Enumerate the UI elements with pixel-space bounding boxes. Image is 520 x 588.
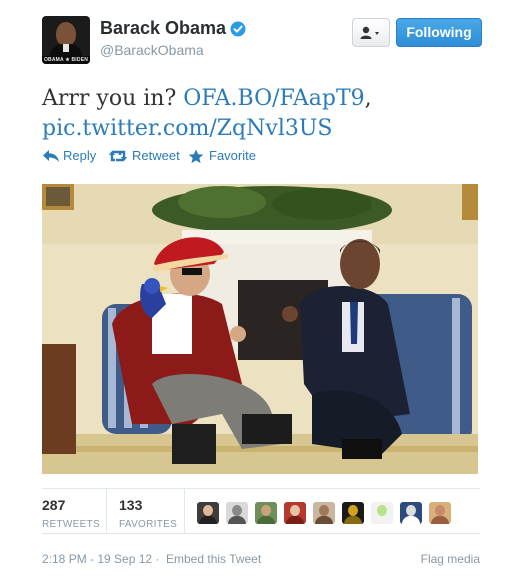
retweets-label: RETWEETS (42, 519, 100, 530)
tweet-stats: 287 RETWEETS 133 FAVORITES (42, 488, 480, 534)
favoriter-avatar[interactable] (429, 502, 451, 524)
tweet-text: Arrr you in? OFA.BO/FAapT9, pic.twitter.… (42, 84, 482, 144)
name-block: Barack Obama @BarackObama (100, 18, 246, 58)
retweets-stat[interactable]: 287 RETWEETS (42, 497, 100, 530)
tweet-footer: 2:18 PM - 19 Sep 12 · Embed this Tweet F… (42, 552, 480, 568)
flag-media-link[interactable]: Flag media (421, 552, 480, 566)
avatar-body (373, 516, 391, 524)
tweet-text-comma: , (364, 86, 372, 111)
stats-divider (184, 489, 185, 533)
favorites-stat[interactable]: 133 FAVORITES (119, 497, 177, 530)
avatar-body (257, 516, 275, 524)
avatar-head (406, 505, 416, 516)
avatar-body (228, 516, 246, 524)
avatar-head (261, 505, 271, 516)
stats-divider (106, 489, 107, 533)
tweet-header: OBAMA ★ BIDEN Barack Obama @BarackObama … (42, 16, 482, 68)
favoriter-avatar[interactable] (226, 502, 248, 524)
favorite-label: Favorite (209, 148, 256, 163)
tweet-timestamp[interactable]: 2:18 PM - 19 Sep 12 · (42, 552, 159, 566)
avatar-shirt (63, 44, 69, 52)
avatar-head (435, 505, 445, 516)
favorites-count: 133 (119, 497, 143, 513)
star-icon (188, 149, 204, 164)
tweet-text-start: Arrr you in? (42, 86, 184, 111)
favoriter-avatar[interactable] (284, 502, 306, 524)
avatar-head (232, 505, 242, 516)
avatar-head (319, 505, 329, 516)
timestamp-text: 2:18 PM - 19 Sep 12 (42, 552, 153, 566)
footer-separator: · (155, 552, 160, 566)
reply-icon (43, 150, 59, 162)
retweets-count: 287 (42, 497, 66, 513)
account-handle[interactable]: @BarackObama (100, 42, 246, 58)
retweet-label: Retweet (132, 148, 180, 163)
avatar-body (431, 516, 449, 524)
account-fullname[interactable]: Barack Obama (100, 18, 226, 39)
avatar[interactable]: OBAMA ★ BIDEN (42, 16, 90, 64)
verified-badge-icon (230, 21, 246, 36)
favorite-action[interactable]: Favorite (188, 146, 258, 166)
avatar-body (286, 516, 304, 524)
favoriter-avatar[interactable] (400, 502, 422, 524)
avatar-face (56, 22, 76, 46)
avatar-body (199, 516, 217, 524)
reply-label: Reply (63, 148, 97, 163)
following-button[interactable]: Following (396, 18, 482, 47)
photo-pirate-oval-office-icon (42, 184, 478, 474)
avatar-caption: OBAMA ★ BIDEN (42, 56, 90, 64)
favoriter-avatar[interactable] (371, 502, 393, 524)
retweet-icon (109, 150, 127, 162)
avatar-head (377, 505, 387, 516)
embed-tweet-link[interactable]: Embed this Tweet (166, 552, 261, 566)
favoriter-avatar[interactable] (197, 502, 219, 524)
avatar-head (290, 505, 300, 516)
avatar-head (203, 505, 213, 516)
tweet-photo[interactable] (42, 184, 478, 474)
favorites-label: FAVORITES (119, 519, 178, 530)
favoriter-avatar[interactable] (255, 502, 277, 524)
tweet-link-ofa[interactable]: OFA.BO/FAapT9 (183, 86, 364, 111)
favoriter-avatar[interactable] (313, 502, 335, 524)
tweet-link-pic[interactable]: pic.twitter.com/ZqNvl3US (42, 116, 332, 141)
avatar-body (402, 516, 420, 524)
retweet-action[interactable]: Retweet (108, 146, 180, 166)
avatar-head (348, 505, 358, 516)
user-actions-button[interactable] (352, 18, 390, 47)
favoriter-avatar[interactable] (342, 502, 364, 524)
avatar-body (344, 516, 362, 524)
reply-action[interactable]: Reply (42, 146, 98, 166)
avatar-body (315, 516, 333, 524)
user-dropdown-icon (360, 26, 379, 39)
